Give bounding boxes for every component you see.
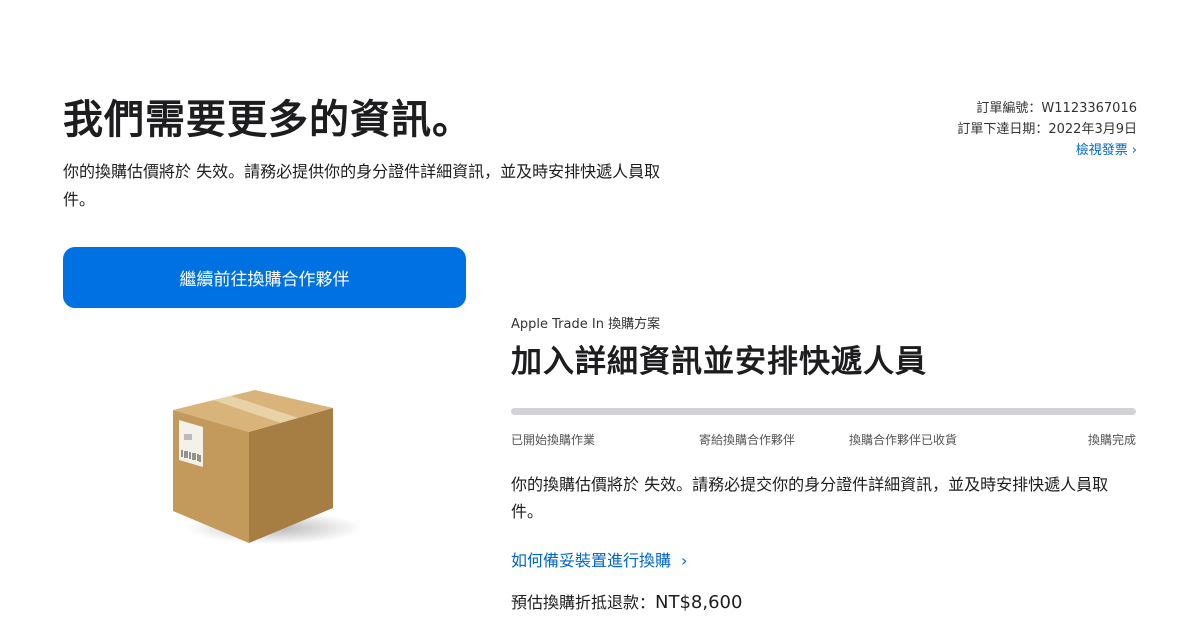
estimate-row: 預估換購折抵退款：NT$8,600 — [511, 589, 1136, 613]
progress-bar — [511, 408, 1136, 415]
continue-to-partner-button[interactable]: 繼續前往換購合作夥伴 — [63, 247, 466, 308]
step-complete: 換購完成 — [1087, 433, 1136, 447]
step-started: 已開始換購作業 — [511, 433, 596, 447]
view-invoice-label: 檢視發票 — [1075, 143, 1128, 158]
estimate-value: NT$8,600 — [655, 592, 743, 613]
progress-steps: 已開始換購作業 寄給換購合作夥伴 換購合作夥伴已收貨 換購完成 — [511, 425, 1136, 449]
order-date: 訂單下達日期：2022年3月9日 — [957, 122, 1137, 137]
page-title: 我們需要更多的資訊。 — [63, 97, 473, 143]
order-number: 訂單編號：W1123367016 — [976, 101, 1137, 116]
view-invoice-link[interactable]: 檢視發票 › — [957, 140, 1137, 161]
shipping-box-icon — [165, 380, 365, 550]
prepare-device-link[interactable]: 如何備妥裝置進行換購 › — [511, 547, 687, 571]
trade-in-body: 你的換購估價將於 失效。請務必提交你的身分證件詳細資訊，並及時安排快遞人員取件。 — [511, 475, 1109, 521]
chevron-right-icon: › — [681, 551, 688, 570]
trade-in-title: 加入詳細資訊並安排快遞人員 — [511, 344, 927, 380]
prepare-device-label: 如何備妥裝置進行換購 — [511, 551, 672, 570]
step-sent-to-partner: 寄給換購合作夥伴 — [699, 433, 796, 447]
chevron-right-icon: › — [1131, 143, 1137, 158]
estimate-label: 預估換購折抵退款： — [511, 593, 656, 612]
trade-in-section: Apple Trade In 換購方案 加入詳細資訊並安排快遞人員 已開始換購作… — [511, 316, 1136, 613]
intro-text: 你的換購估價將於 失效。請務必提供你的身分證件詳細資訊，並及時安排快遞人員取件。 — [63, 162, 661, 209]
order-info: 訂單編號：W1123367016 訂單下達日期：2022年3月9日 檢視發票 › — [957, 98, 1137, 161]
trade-in-eyebrow: Apple Trade In 換購方案 — [511, 317, 661, 332]
step-partner-received: 換購合作夥伴已收貨 — [849, 433, 958, 447]
